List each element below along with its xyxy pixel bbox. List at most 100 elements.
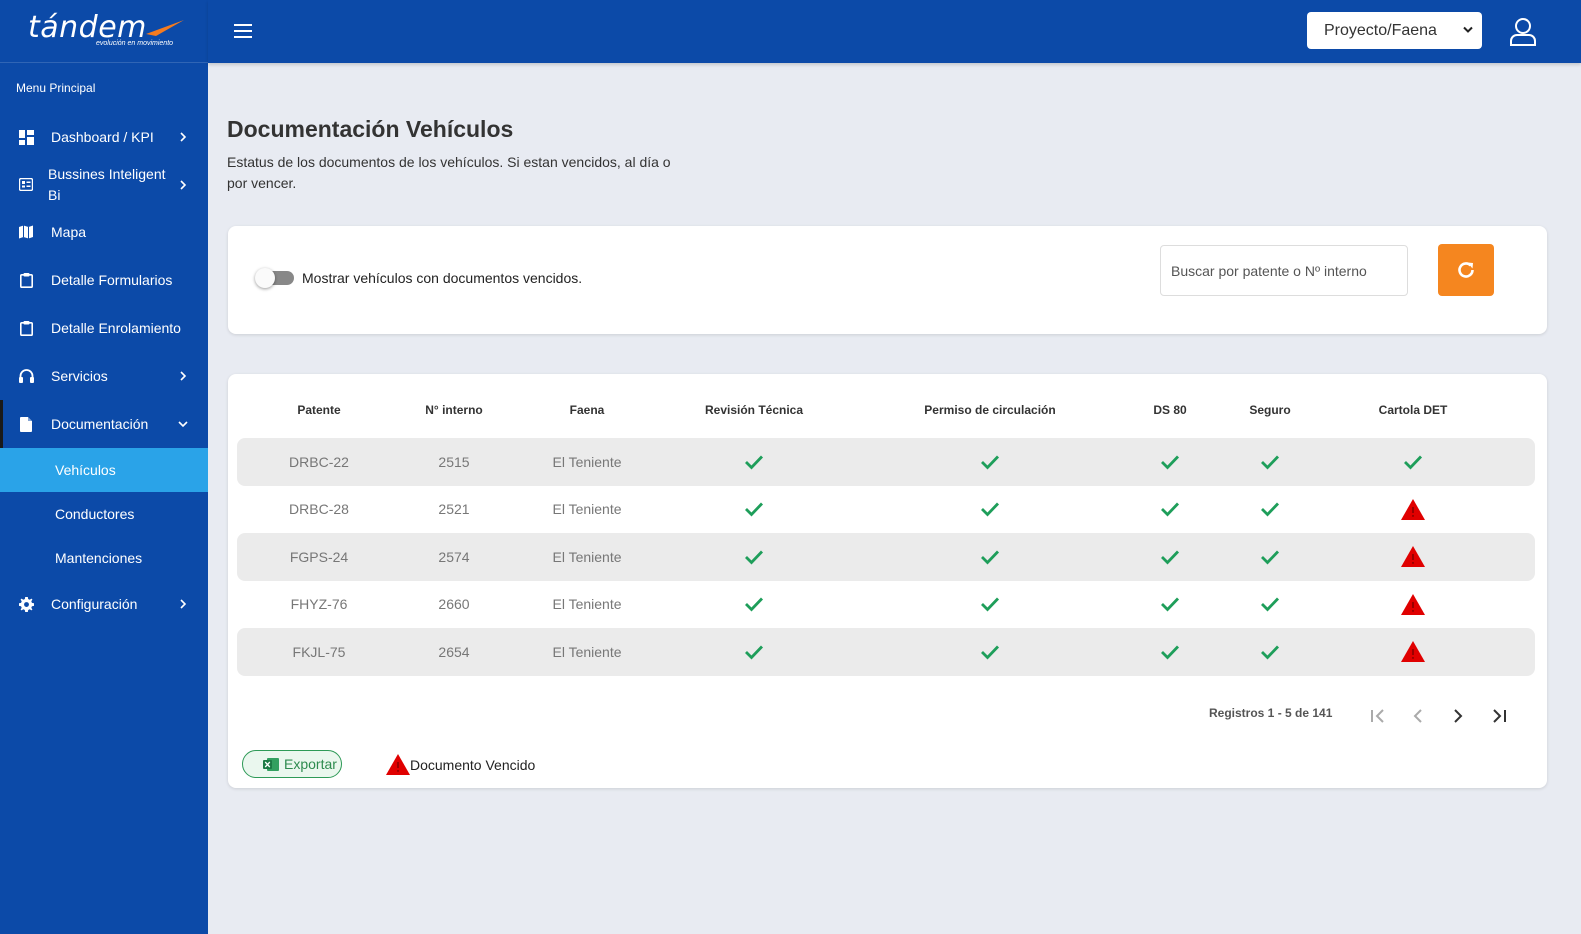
main-menu: Dashboard / KPI Bussines Inteligent Bi M…: [0, 113, 208, 628]
headset-icon: [18, 368, 34, 384]
expired-docs-toggle[interactable]: [255, 268, 294, 288]
sidebar-item-dashboard[interactable]: Dashboard / KPI: [0, 113, 208, 161]
sidebar-item-label: Mapa: [51, 223, 87, 240]
sidebar-item-enrolamiento[interactable]: Detalle Enrolamiento: [0, 304, 208, 352]
warning-icon: [1401, 628, 1425, 676]
sidebar-subitem-mantenciones[interactable]: Mantenciones: [0, 536, 208, 580]
check-icon: [980, 581, 1000, 629]
next-page-button[interactable]: [1446, 704, 1470, 728]
brand-tagline: evolución en movimiento: [96, 40, 174, 47]
refresh-button[interactable]: [1438, 244, 1494, 296]
column-header-interno[interactable]: N° interno: [425, 403, 482, 417]
column-header-permiso[interactable]: Permiso de circulación: [924, 403, 1055, 417]
chevron-down-icon: [178, 421, 188, 428]
legend-label: Documento Vencido: [410, 756, 536, 773]
cell-patente: DRBC-22: [289, 453, 349, 470]
cell-faena: El Teniente: [552, 453, 622, 470]
column-header-cartola[interactable]: Cartola DET: [1379, 403, 1448, 417]
project-select[interactable]: Proyecto/Faena: [1307, 12, 1482, 49]
last-page-icon: [1493, 709, 1506, 723]
documentacion-submenu: Vehículos Conductores Mantenciones: [0, 448, 208, 580]
check-icon: [744, 533, 764, 581]
table-body: DRBC-22 2515 El Teniente DRBC-28 2521 El Teni…: [237, 438, 1535, 676]
cell-interno: 2654: [438, 643, 470, 660]
top-bar: Proyecto/Faena: [208, 0, 1581, 63]
sidebar-subitem-conductores[interactable]: Conductores: [0, 492, 208, 536]
sidebar-item-label: Configuración: [51, 595, 138, 612]
sidebar-item-bi[interactable]: Bussines Inteligent Bi: [0, 161, 208, 208]
table-row[interactable]: FKJL-75 2654 El Teniente: [237, 628, 1535, 676]
check-icon: [980, 486, 1000, 534]
sidebar-item-label: Bussines Inteligent Bi: [48, 165, 166, 203]
first-page-button[interactable]: [1367, 704, 1391, 728]
check-icon: [1403, 438, 1423, 486]
dashboard-icon: [18, 129, 34, 145]
cell-patente: FKJL-75: [292, 643, 346, 660]
column-header-revision[interactable]: Revisión Técnica: [705, 403, 803, 417]
check-icon: [1260, 628, 1280, 676]
check-icon: [1260, 438, 1280, 486]
column-header-patente[interactable]: Patente: [297, 403, 340, 417]
cell-patente: FHYZ-76: [290, 596, 348, 613]
chevron-left-icon: [1413, 709, 1422, 723]
toggle-label: Mostrar vehículos con documentos vencido…: [302, 270, 583, 286]
column-header-ds80[interactable]: DS 80: [1153, 403, 1186, 417]
chevron-right-icon: [1454, 709, 1463, 723]
refresh-icon: [1458, 262, 1474, 278]
sidebar-item-documentacion[interactable]: Documentación: [0, 400, 208, 448]
page-description: Estatus de los documentos de los vehícul…: [227, 154, 671, 191]
check-icon: [744, 438, 764, 486]
column-header-faena[interactable]: Faena: [570, 403, 605, 417]
cell-faena: El Teniente: [552, 548, 622, 565]
last-page-button[interactable]: [1486, 704, 1510, 728]
check-icon: [980, 628, 1000, 676]
cell-interno: 2660: [438, 596, 470, 613]
sidebar-item-formularios[interactable]: Detalle Formularios: [0, 256, 208, 304]
export-button[interactable]: Exportar: [242, 750, 342, 778]
page-title: Documentación Vehículos: [227, 116, 514, 142]
table-row[interactable]: DRBC-28 2521 El Teniente: [237, 486, 1535, 534]
check-icon: [1160, 438, 1180, 486]
check-icon: [1260, 533, 1280, 581]
check-icon: [1160, 581, 1180, 629]
chevron-right-icon: [180, 599, 187, 609]
prev-page-button[interactable]: [1406, 704, 1430, 728]
cell-interno: 2574: [438, 548, 470, 565]
sidebar-item-label: Documentación: [51, 415, 149, 432]
user-icon[interactable]: [1509, 17, 1537, 47]
hamburger-menu-icon[interactable]: [234, 24, 252, 38]
gear-icon: [18, 596, 34, 612]
table-row[interactable]: DRBC-22 2515 El Teniente: [237, 438, 1535, 486]
chevron-right-icon: [180, 371, 187, 381]
filter-card: Mostrar vehículos con documentos vencido…: [228, 226, 1547, 334]
column-header-seguro[interactable]: Seguro: [1249, 403, 1290, 417]
table-row[interactable]: FHYZ-76 2660 El Teniente: [237, 581, 1535, 629]
cell-faena: El Teniente: [552, 501, 622, 518]
sidebar-item-configuracion[interactable]: Configuración: [0, 580, 208, 628]
check-icon: [1160, 533, 1180, 581]
logo[interactable]: tándem evolución en movimiento: [0, 0, 208, 63]
document-icon: [18, 416, 34, 432]
map-icon: [18, 224, 34, 240]
search-input[interactable]: [1160, 245, 1408, 296]
chevron-right-icon: [180, 132, 187, 142]
cell-faena: El Teniente: [552, 643, 622, 660]
sidebar-item-servicios[interactable]: Servicios: [0, 352, 208, 400]
sidebar-item-label: Dashboard / KPI: [51, 128, 154, 145]
check-icon: [1160, 628, 1180, 676]
check-icon: [744, 581, 764, 629]
table-row[interactable]: FGPS-24 2574 El Teniente: [237, 533, 1535, 581]
sidebar: tándem evolución en movimiento Menu Prin…: [0, 0, 208, 934]
check-icon: [744, 486, 764, 534]
warning-icon: [1401, 486, 1425, 534]
sidebar-subitem-vehiculos[interactable]: Vehículos: [0, 448, 208, 492]
chevron-down-icon: [1463, 26, 1473, 33]
check-icon: [980, 438, 1000, 486]
sidebar-item-label: Servicios: [51, 367, 108, 384]
check-icon: [1260, 581, 1280, 629]
cell-interno: 2521: [438, 501, 470, 518]
table-header: Patente N° interno Faena Revisión Técnic…: [228, 403, 1547, 423]
sidebar-item-mapa[interactable]: Mapa: [0, 208, 208, 256]
warning-icon: [1401, 533, 1425, 581]
swoosh-icon: [146, 20, 184, 36]
